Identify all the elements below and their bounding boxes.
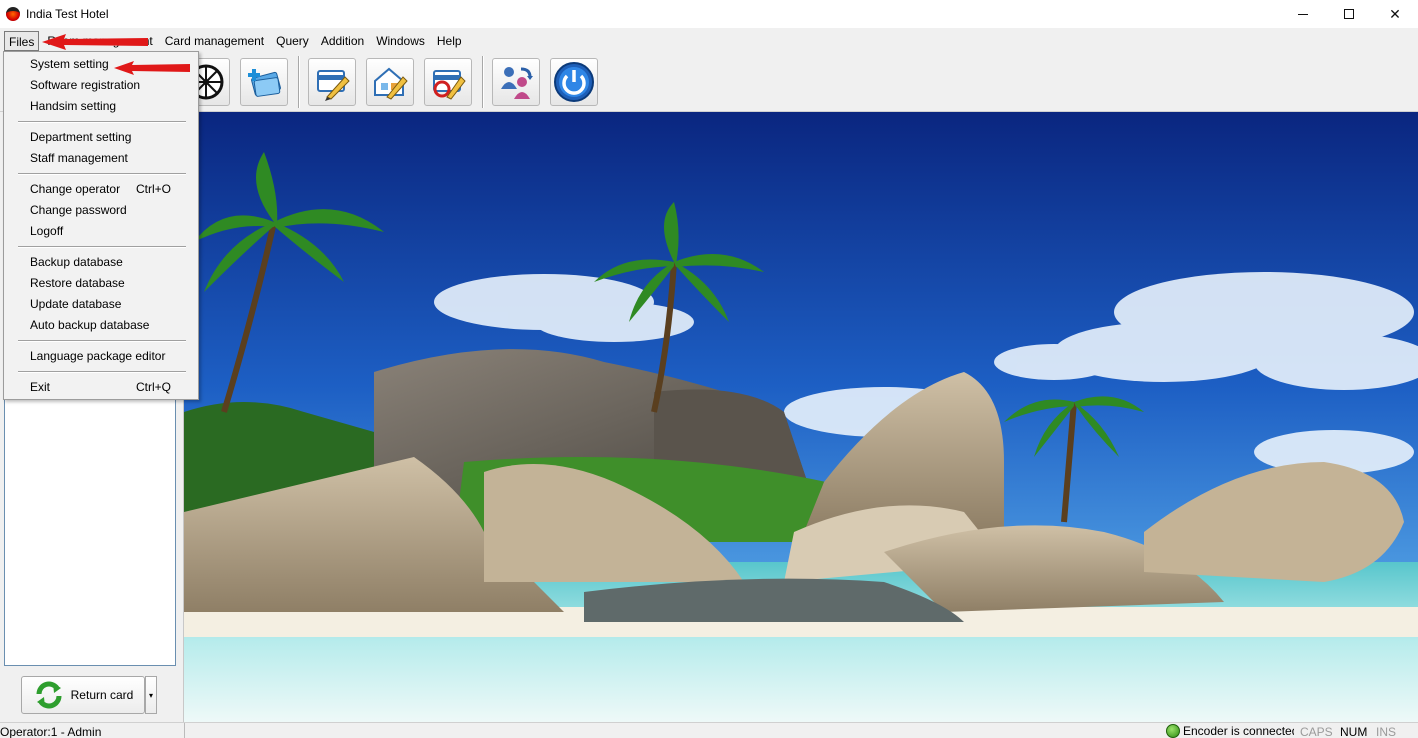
background-beach-image [184, 112, 1418, 722]
menu-item-update-database[interactable]: Update database [4, 294, 198, 315]
toolbar-separator [298, 56, 300, 108]
status-operator: Operator:1 - Admin [0, 725, 102, 738]
change-user-icon [501, 67, 533, 99]
menu-item-label: Auto backup database [30, 318, 150, 332]
toolbar [0, 52, 1418, 112]
menu-item-label: Backup database [30, 255, 123, 269]
window-controls: ✕ [1280, 0, 1418, 28]
status-separator [184, 723, 185, 738]
menu-windows-label: Windows [376, 34, 425, 48]
chevron-down-icon: ▾ [148, 690, 153, 700]
menu-item-label: Language package editor [30, 349, 166, 363]
close-icon: ✕ [1389, 5, 1401, 22]
connected-status-icon [1166, 724, 1180, 738]
toolbar-card-refresh-button[interactable] [424, 58, 472, 106]
menu-item-label: Change password [30, 203, 127, 217]
menu-item-restore-database[interactable]: Restore database [4, 273, 198, 294]
menu-item-label: Logoff [30, 224, 64, 238]
toolbar-separator [482, 56, 484, 108]
menu-shortcut: Ctrl+O [136, 182, 172, 196]
menu-separator [18, 246, 186, 248]
menu-help-label: Help [436, 34, 462, 48]
status-num: NUM [1340, 725, 1368, 738]
power-icon [554, 62, 594, 102]
return-card-button[interactable]: Return card [21, 676, 145, 714]
card-refresh-icon [433, 70, 466, 100]
menu-item-label: Update database [30, 297, 122, 311]
menu-item-staff-management[interactable]: Staff management [4, 148, 198, 169]
menu-item-department-setting[interactable]: Department setting [4, 127, 198, 148]
menu-item-logoff[interactable]: Logoff [4, 221, 198, 242]
menu-query[interactable]: Query [270, 31, 315, 51]
menu-item-label: Staff management [30, 151, 128, 165]
menu-separator [18, 173, 186, 175]
menu-windows[interactable]: Windows [370, 31, 431, 51]
home-edit-icon [374, 67, 408, 100]
menu-item-label: Handsim setting [30, 99, 117, 113]
return-card-dropdown[interactable]: ▾ [145, 676, 157, 714]
toolbar-power-button[interactable] [550, 58, 598, 106]
window-title: India Test Hotel [26, 7, 109, 21]
menu-separator [18, 371, 186, 373]
menu-item-label: Restore database [30, 276, 125, 290]
minimize-button[interactable] [1280, 0, 1326, 28]
beach-scene-image [184, 112, 1418, 722]
menu-addition-label: Addition [320, 34, 365, 48]
menu-item-system-setting[interactable]: System setting [4, 54, 198, 75]
minimize-icon [1298, 13, 1308, 15]
menu-item-label: Exit [30, 380, 51, 394]
menu-query-label: Query [276, 34, 309, 48]
maximize-icon [1344, 9, 1354, 19]
card-plus-icon [248, 69, 281, 97]
status-caps: CAPS [1300, 725, 1333, 738]
menu-card-label: Card management [164, 34, 265, 48]
menu-files-label: Files [9, 35, 35, 49]
menu-item-exit[interactable]: Exit Ctrl+Q [4, 377, 198, 398]
status-ins: INS [1376, 725, 1397, 738]
menu-shortcut: Ctrl+Q [136, 380, 172, 394]
menu-item-language-package-editor[interactable]: Language package editor [4, 346, 198, 367]
menu-help[interactable]: Help [431, 31, 468, 51]
menu-item-label: Department setting [30, 130, 132, 144]
menu-item-label: Software registration [30, 78, 141, 92]
menu-item-change-operator[interactable]: Change operator Ctrl+O [4, 179, 198, 200]
menu-room-management[interactable]: Room management [39, 31, 158, 51]
toolbar-home-edit-button[interactable] [366, 58, 414, 106]
toolbar-new-card-button[interactable] [240, 58, 288, 106]
maximize-button[interactable] [1326, 0, 1372, 28]
menu-card-management[interactable]: Card management [159, 31, 270, 51]
refresh-icon [36, 681, 62, 709]
menu-item-change-password[interactable]: Change password [4, 200, 198, 221]
left-list-box[interactable] [4, 398, 176, 666]
toolbar-edit-card-button[interactable] [308, 58, 356, 106]
menu-item-label: Change operator [30, 182, 121, 196]
close-button[interactable]: ✕ [1372, 0, 1418, 28]
menu-item-backup-database[interactable]: Backup database [4, 252, 198, 273]
menu-item-software-registration[interactable]: Software registration [4, 75, 198, 96]
app-logo-icon [6, 7, 20, 21]
status-encoder: Encoder is connected [1166, 724, 1294, 738]
card-edit-icon [317, 70, 350, 101]
menu-separator [18, 121, 186, 123]
status-encoder-text: Encoder is connected [1183, 724, 1294, 738]
toolbar-change-user-button[interactable] [492, 58, 540, 106]
menu-bar: Files Room management Card management Qu… [0, 30, 1418, 52]
menu-item-label: System setting [30, 57, 109, 71]
return-card-label: Return card [70, 688, 134, 702]
menu-files[interactable]: Files [4, 31, 40, 51]
menu-separator [18, 340, 186, 342]
title-bar: India Test Hotel ✕ [0, 0, 1418, 28]
status-bar: Operator:1 - Admin Encoder is connected … [0, 722, 1418, 738]
menu-item-handsim-setting[interactable]: Handsim setting [4, 96, 198, 117]
menu-item-auto-backup-database[interactable]: Auto backup database [4, 315, 198, 336]
menu-addition[interactable]: Addition [315, 31, 370, 51]
files-dropdown-menu: System setting Software registration Han… [3, 51, 199, 400]
menu-room-label: Room management [47, 34, 153, 48]
